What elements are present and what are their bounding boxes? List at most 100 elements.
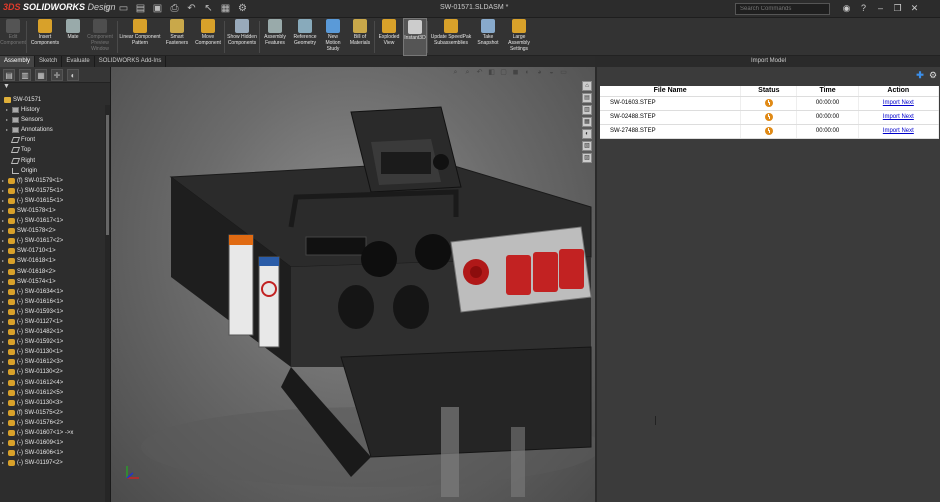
tree-item[interactable]: ▸ SW-01618<1>	[0, 256, 105, 266]
display-manager-icon[interactable]: ◐	[67, 69, 79, 81]
tree-item[interactable]: ▸ History	[0, 105, 105, 115]
rebuild-icon[interactable]: ▦	[219, 2, 232, 15]
expand-chevron-icon[interactable]: ▸	[2, 398, 6, 408]
expand-chevron-icon[interactable]: ▸	[2, 267, 6, 277]
view-settings-icon[interactable]: ▭	[559, 68, 568, 77]
restore-icon[interactable]: ❐	[891, 2, 904, 15]
tree-item[interactable]: ▸ SW-01578<1>	[0, 206, 105, 216]
assembly-features-button[interactable]: Assembly Features	[260, 18, 290, 56]
graphics-viewport[interactable]: ⌕ ⌕ ↶ ◧ ▢ ◼ ◐ ◕ ◒ ▭ ⌂ ▤ ▥ ▦ ◐ ▧ ▨	[111, 67, 595, 502]
tree-item[interactable]: Right	[0, 155, 105, 165]
expand-chevron-icon[interactable]: ▸	[2, 448, 6, 458]
tree-item[interactable]: ▸ (-) SW-01612<5>	[0, 388, 105, 398]
update-speedpak-subassemblies-button[interactable]: Update SpeedPak Subassemblies	[428, 18, 474, 56]
tree-item[interactable]: Front	[0, 135, 105, 145]
tree-item[interactable]: ▸ (-) SW-01130<3>	[0, 398, 105, 408]
linear-component-pattern-button[interactable]: Linear Component Pattern	[118, 18, 162, 56]
tree-item[interactable]: ▸ Sensors	[0, 115, 105, 125]
custom-properties-icon[interactable]: ▧	[582, 141, 592, 151]
tree-item[interactable]: ▸ (f) SW-01579<1>	[0, 176, 105, 186]
expand-chevron-icon[interactable]: ▸	[2, 378, 6, 388]
scrollbar-thumb[interactable]	[106, 115, 109, 235]
expand-chevron-icon[interactable]: ▸	[2, 186, 6, 196]
expand-chevron-icon[interactable]: ▸	[2, 307, 6, 317]
tree-item[interactable]: ▸ (-) SW-01612<3>	[0, 357, 105, 367]
edit-component-button[interactable]: Edit Component	[0, 18, 26, 56]
expand-chevron-icon[interactable]: ▸	[2, 367, 6, 377]
expand-chevron-icon[interactable]: ▸	[2, 236, 6, 246]
display-style-icon[interactable]: ◼	[511, 68, 520, 77]
tree-item[interactable]: Top	[0, 145, 105, 155]
undo-icon[interactable]: ↶	[185, 2, 198, 15]
hide-show-icon[interactable]: ◐	[523, 68, 532, 77]
bill-of-materials-button[interactable]: Bill of Materials	[346, 18, 374, 56]
reference-geometry-button[interactable]: Reference Geometry	[290, 18, 320, 56]
expand-chevron-icon[interactable]: ▸	[2, 438, 6, 448]
expand-chevron-icon[interactable]: ▸	[2, 297, 6, 307]
expand-chevron-icon[interactable]: ▸	[2, 277, 6, 287]
add-file-icon[interactable]: ✚	[915, 70, 925, 80]
expand-chevron-icon[interactable]: ▸	[6, 115, 10, 125]
settings-gear-icon[interactable]: ⚙	[928, 70, 938, 80]
print-icon[interactable]: ⎙	[168, 2, 181, 15]
expand-chevron-icon[interactable]: ▸	[6, 105, 10, 115]
expand-chevron-icon[interactable]: ▸	[2, 428, 6, 438]
property-manager-icon[interactable]: ▥	[19, 69, 31, 81]
expand-chevron-icon[interactable]: ▸	[2, 206, 6, 216]
expand-chevron-icon[interactable]: ▸	[2, 196, 6, 206]
minimize-icon[interactable]: –	[874, 2, 887, 15]
tab-evaluate[interactable]: Evaluate	[62, 56, 95, 67]
options-gear-icon[interactable]: ⚙	[236, 2, 249, 15]
expand-chevron-icon[interactable]: ▸	[2, 337, 6, 347]
tree-item[interactable]: ▸ (-) SW-01576<2>	[0, 418, 105, 428]
tree-item[interactable]: ▸ (-) SW-01575<1>	[0, 186, 105, 196]
expand-chevron-icon[interactable]: ▸	[2, 388, 6, 398]
tree-item[interactable]: ▸ Annotations	[0, 125, 105, 135]
select-icon[interactable]: ↖	[202, 2, 215, 15]
mate-button[interactable]: Mate	[63, 18, 83, 56]
tab-assembly[interactable]: Assembly	[0, 56, 36, 67]
expand-chevron-icon[interactable]: ▸	[2, 216, 6, 226]
expand-chevron-icon[interactable]: ▸	[2, 256, 6, 266]
tree-item[interactable]: ▸ (-) SW-01616<1>	[0, 297, 105, 307]
dimxpert-icon[interactable]: ✛	[51, 69, 63, 81]
expand-chevron-icon[interactable]: ▸	[6, 125, 10, 135]
open-folder-icon[interactable]: ▤	[134, 2, 147, 15]
tree-item[interactable]: ▸ (-) SW-01482<1>	[0, 327, 105, 337]
tree-item[interactable]: ▸ (f) SW-01575<2>	[0, 408, 105, 418]
component-preview-window-button[interactable]: Component Preview Window	[83, 18, 117, 56]
tree-item[interactable]: ▸ (-) SW-01609<1>	[0, 438, 105, 448]
move-component-button[interactable]: Move Component	[192, 18, 224, 56]
file-explorer-icon[interactable]: ▥	[582, 105, 592, 115]
view-palette-icon[interactable]: ▦	[582, 117, 592, 127]
smart-fasteners-button[interactable]: Smart Fasteners	[162, 18, 192, 56]
design-library-icon[interactable]: ▤	[582, 93, 592, 103]
appearances-icon[interactable]: ◐	[582, 129, 592, 139]
feature-tree-icon[interactable]: ▤	[3, 69, 15, 81]
tab-solidworks-add-ins[interactable]: SOLIDWORKS Add-Ins	[95, 56, 167, 67]
help-icon[interactable]: ?	[857, 2, 870, 15]
expand-chevron-icon[interactable]: ▸	[2, 347, 6, 357]
tree-item[interactable]: ▸ (-) SW-01197<2>	[0, 458, 105, 468]
instant3d-button[interactable]: Instant3D	[403, 18, 427, 56]
zoom-to-fit-icon[interactable]: ⌕	[451, 68, 460, 77]
tree-item[interactable]: ▸ (-) SW-01127<1>	[0, 317, 105, 327]
show-hidden-components-button[interactable]: Show Hidden Components	[225, 18, 259, 56]
tree-item[interactable]: ▸ SW-01578<2>	[0, 226, 105, 236]
save-icon[interactable]: ▣	[151, 2, 164, 15]
expand-chevron-icon[interactable]: ▸	[2, 458, 6, 468]
close-icon[interactable]: ✕	[908, 2, 921, 15]
import-next-link[interactable]: Import Next	[883, 114, 914, 120]
insert-components-button[interactable]: Insert Components	[27, 18, 63, 56]
expand-chevron-icon[interactable]: ▸	[2, 357, 6, 367]
resources-icon[interactable]: ⌂	[582, 81, 592, 91]
tree-item[interactable]: ▸ (-) SW-01607<1> ->x	[0, 428, 105, 438]
tree-scrollbar[interactable]	[105, 105, 110, 502]
expand-chevron-icon[interactable]: ▸	[2, 246, 6, 256]
tree-item[interactable]: ▸ (-) SW-01130<2>	[0, 367, 105, 377]
tree-item[interactable]: ▸ SW-01710<1>	[0, 246, 105, 256]
expand-chevron-icon[interactable]: ▸	[2, 317, 6, 327]
exploded-view-button[interactable]: Exploded View	[375, 18, 403, 56]
expand-chevron-icon[interactable]: ▸	[2, 408, 6, 418]
scene-icon[interactable]: ◒	[547, 68, 556, 77]
